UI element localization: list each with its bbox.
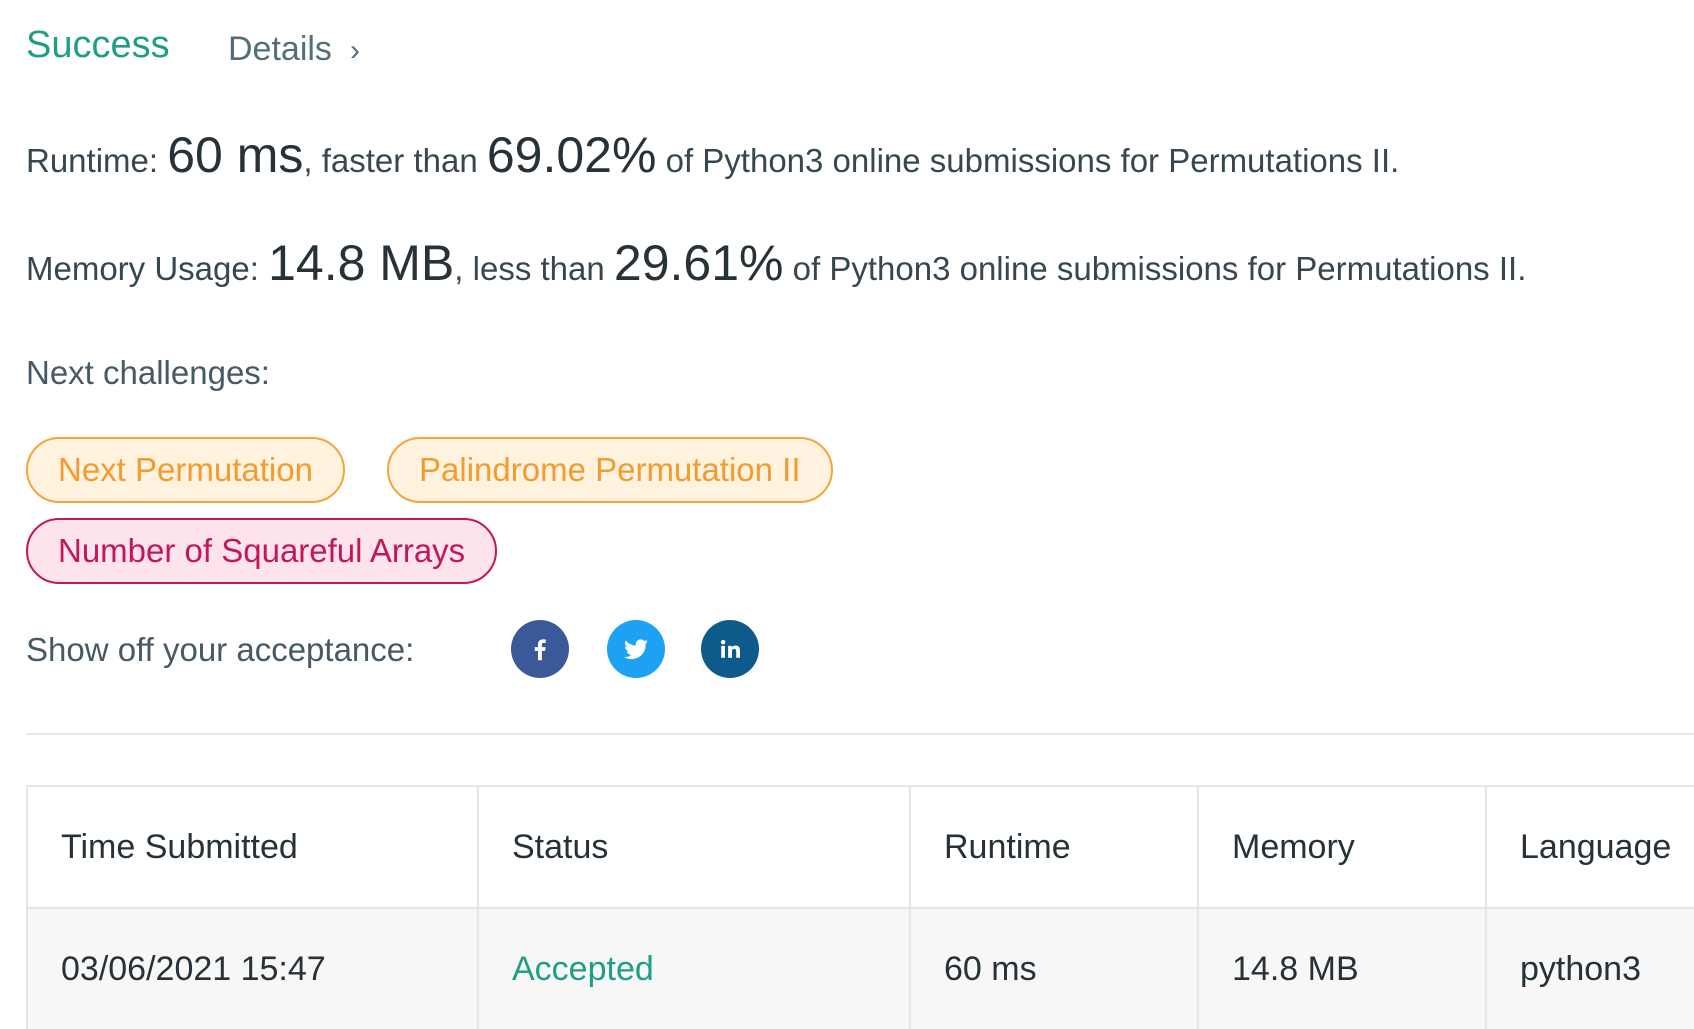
chevron-right-icon: ›	[349, 34, 360, 67]
memory-suffix: of Python3 online submissions for Permut…	[792, 250, 1527, 287]
column-header-status[interactable]: Status	[479, 787, 911, 907]
runtime-percentile: 69.02%	[486, 127, 657, 183]
memory-percentile: 29.61%	[613, 235, 784, 291]
runtime-summary: Runtime: 60 ms, faster than 69.02% of Py…	[26, 126, 1399, 184]
section-divider	[26, 733, 1694, 735]
table-row[interactable]: 03/06/2021 15:47 Accepted 60 ms 14.8 MB …	[28, 909, 1694, 1029]
cell-time-submitted: 03/06/2021 15:47	[28, 909, 479, 1029]
column-header-memory[interactable]: Memory	[1199, 787, 1487, 907]
details-link[interactable]: Details ›	[228, 30, 360, 69]
column-header-time-submitted[interactable]: Time Submitted	[28, 787, 479, 907]
memory-summary: Memory Usage: 14.8 MB, less than 29.61% …	[26, 234, 1526, 292]
cell-memory: 14.8 MB	[1199, 909, 1487, 1029]
linkedin-icon[interactable]	[701, 620, 759, 678]
challenge-tag-number-of-squareful-arrays[interactable]: Number of Squareful Arrays	[26, 518, 498, 584]
runtime-comparison: , faster than	[303, 142, 478, 179]
cell-runtime: 60 ms	[911, 909, 1199, 1029]
challenge-tag-next-permutation[interactable]: Next Permutation	[26, 437, 345, 503]
memory-label: Memory Usage:	[26, 250, 259, 287]
submissions-table: Time Submitted Status Runtime Memory Lan…	[26, 785, 1694, 1029]
cell-status-accepted-link[interactable]: Accepted	[479, 909, 911, 1029]
facebook-icon[interactable]	[511, 620, 569, 678]
memory-comparison: , less than	[454, 250, 605, 287]
memory-value: 14.8 MB	[268, 235, 455, 291]
share-label: Show off your acceptance:	[26, 631, 415, 668]
cell-language: python3	[1520, 949, 1641, 988]
runtime-label: Runtime:	[26, 142, 159, 179]
twitter-icon[interactable]	[607, 620, 665, 678]
runtime-suffix: of Python3 online submissions for Permut…	[665, 142, 1400, 179]
column-header-language[interactable]: Language	[1487, 787, 1694, 907]
result-status-title: Success	[26, 24, 170, 66]
details-label: Details	[228, 30, 332, 68]
table-header-row: Time Submitted Status Runtime Memory Lan…	[28, 787, 1694, 909]
column-header-runtime[interactable]: Runtime	[911, 787, 1199, 907]
challenge-tag-palindrome-permutation-ii[interactable]: Palindrome Permutation II	[387, 437, 833, 503]
next-challenges-label: Next challenges:	[26, 354, 270, 391]
runtime-value: 60 ms	[167, 127, 304, 183]
